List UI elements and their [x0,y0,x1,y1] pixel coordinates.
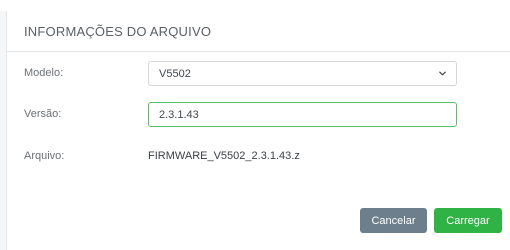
file-label: Arquivo: [24,150,65,162]
file-info-panel: INFORMAÇÕES DO ARQUIVO Modelo: V5502 Ver… [6,11,510,250]
version-input[interactable]: 2.3.1.43 [148,102,457,127]
page: INFORMAÇÕES DO ARQUIVO Modelo: V5502 Ver… [0,0,510,250]
chevron-down-icon [439,71,446,76]
load-button[interactable]: Carregar [434,208,502,233]
load-button-label: Carregar [446,214,490,227]
panel-title: INFORMAÇÕES DO ARQUIVO [24,23,212,39]
file-row: Arquivo: FIRMWARE_V5502_2.3.1.43.z [7,147,510,167]
model-select-value: V5502 [159,67,191,80]
version-input-value: 2.3.1.43 [159,108,199,121]
top-strip [0,0,510,11]
cancel-button[interactable]: Cancelar [360,208,427,233]
version-label: Versão: [24,108,62,120]
model-select[interactable]: V5502 [148,61,457,86]
panel-header: INFORMAÇÕES DO ARQUIVO [7,11,510,52]
cancel-button-label: Cancelar [371,214,416,227]
model-label: Modelo: [24,67,64,79]
model-row: Modelo: V5502 [7,61,510,86]
version-row: Versão: 2.3.1.43 [7,102,510,127]
file-name: FIRMWARE_V5502_2.3.1.43.z [148,150,300,162]
